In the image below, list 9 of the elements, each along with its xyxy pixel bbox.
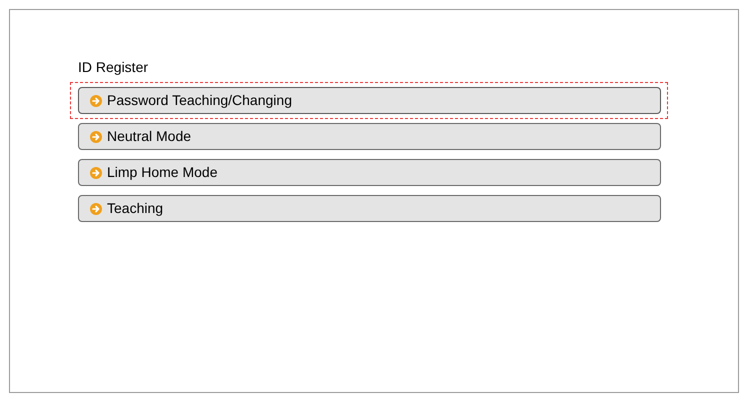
arrow-circle-icon	[90, 166, 102, 178]
arrow-circle-icon	[90, 94, 102, 106]
arrow-circle-icon	[90, 130, 102, 142]
section-title: ID Register	[78, 58, 150, 76]
arrow-circle-icon	[90, 202, 102, 214]
menu-button[interactable]: Neutral Mode	[78, 123, 661, 150]
menu-button[interactable]: Password Teaching/Changing	[78, 87, 661, 114]
menu-button[interactable]: Teaching	[78, 195, 661, 222]
menu-button[interactable]: Limp Home Mode	[78, 159, 661, 186]
